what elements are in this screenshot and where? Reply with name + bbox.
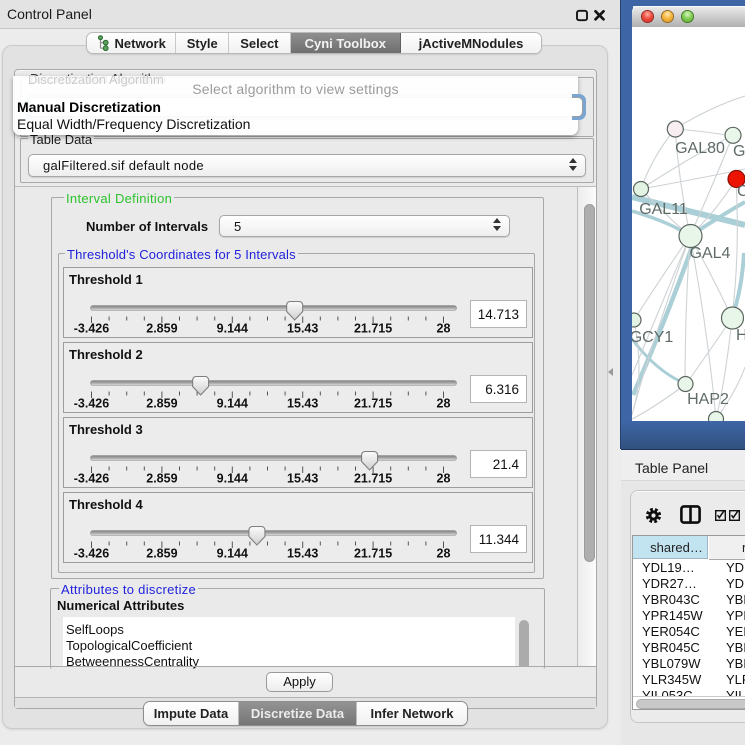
svg-text:15.43: 15.43 [287,397,318,411]
svg-text:GA: GA [733,143,745,160]
svg-text:GCY1: GCY1 [632,329,673,346]
svg-text:9.144: 9.144 [217,472,248,486]
svg-text:21.715: 21.715 [354,322,392,336]
svg-text:9.144: 9.144 [217,397,248,411]
svg-text:HA: HA [736,327,745,344]
svg-text:9.144: 9.144 [217,322,248,336]
svg-text:2.859: 2.859 [146,397,177,411]
svg-text:28: 28 [437,322,451,336]
svg-text:GAL4: GAL4 [690,245,731,262]
svg-text:21.715: 21.715 [354,547,392,561]
svg-text:2.859: 2.859 [146,322,177,336]
svg-text:21.715: 21.715 [354,397,392,411]
svg-text:15.43: 15.43 [287,472,318,486]
svg-text:21.715: 21.715 [354,472,392,486]
svg-text:-3.426: -3.426 [74,472,109,486]
svg-text:-3.426: -3.426 [74,547,109,561]
svg-text:2.859: 2.859 [146,547,177,561]
svg-text:28: 28 [437,547,451,561]
svg-text:-3.426: -3.426 [74,322,109,336]
svg-text:GAL11: GAL11 [639,201,688,218]
svg-text:2.859: 2.859 [146,472,177,486]
svg-text:HAP2: HAP2 [687,391,729,408]
svg-text:28: 28 [437,472,451,486]
svg-text:9.144: 9.144 [217,547,248,561]
svg-text:CY: CY [737,183,745,200]
svg-text:-3.426: -3.426 [74,397,109,411]
svg-text:15.43: 15.43 [287,547,318,561]
svg-text:15.43: 15.43 [287,322,318,336]
svg-text:GAL80: GAL80 [675,140,725,157]
svg-text:28: 28 [437,397,451,411]
